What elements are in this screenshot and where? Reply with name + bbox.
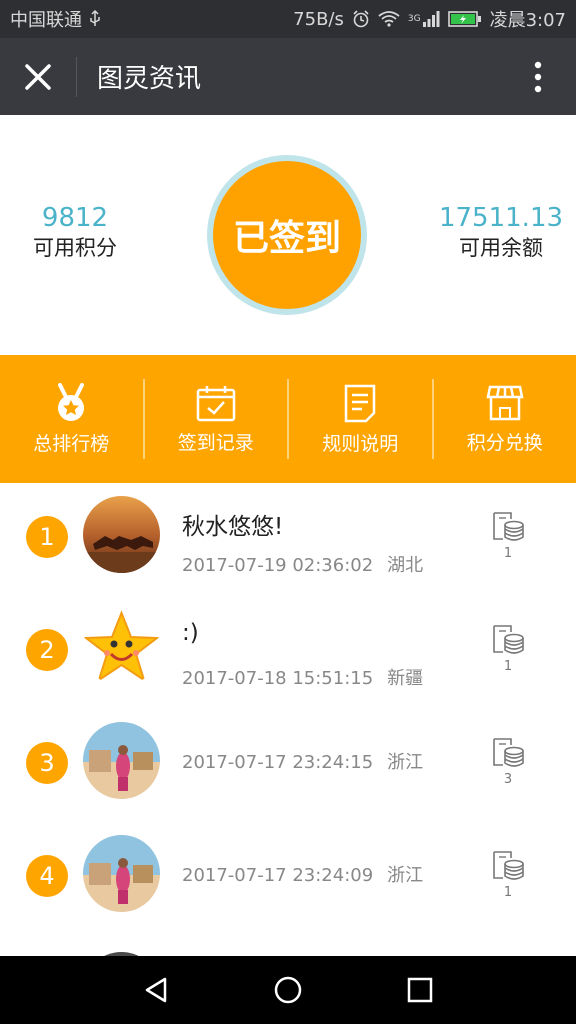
coin-reward[interactable]: 3: [490, 737, 526, 787]
signin-meta: 2017-07-19 02:36:02 湖北: [182, 551, 423, 577]
avatar: [83, 722, 160, 799]
signin-meta: 2017-07-18 15:51:15 新疆: [182, 664, 423, 690]
more-button[interactable]: [500, 38, 576, 115]
list-item[interactable]: 2 :) 2017-07-18 15:51:15 新疆 1: [0, 596, 576, 709]
coin-stack-icon: [493, 625, 524, 654]
balance-stat: 17511.13 可用余额: [436, 203, 566, 263]
signin-datetime: 2017-07-18 15:51:15: [182, 668, 374, 689]
user-name: 秋水悠悠!: [182, 514, 284, 540]
rank-badge: 4: [26, 855, 68, 897]
signin-label: 已签到: [213, 161, 361, 309]
signin-location: 浙江: [387, 752, 424, 773]
coin-stack-icon: [493, 738, 524, 767]
rank-badge: 2: [26, 629, 68, 671]
rank-badge: 3: [26, 742, 68, 784]
page-title: 图灵资讯: [97, 64, 202, 94]
list-item[interactable]: 4 2017-07-17 23:24:09 浙江 1: [0, 822, 576, 935]
document-icon: [345, 384, 376, 422]
net-speed: 75B/s: [293, 8, 344, 30]
signin-location: 湖北: [387, 555, 424, 576]
coin-count: 3: [503, 772, 513, 787]
alarm-icon: [352, 10, 370, 28]
network-type: 3G: [407, 14, 421, 24]
recents-square-icon: [407, 977, 433, 1003]
home-circle-icon: [274, 976, 302, 1004]
avatar: [83, 835, 160, 912]
menu-bar: 总排行榜 签到记录 规则说明 积分兑换: [0, 355, 576, 483]
signin-button[interactable]: 已签到: [207, 155, 367, 315]
shop-icon: [486, 385, 524, 420]
status-bar: 中国联通 75B/s 3G 凌晨3:07: [0, 0, 576, 38]
signin-location: 浙江: [387, 865, 424, 886]
medal-icon: [58, 382, 85, 421]
title-bar: 图灵资讯: [0, 38, 576, 115]
title-divider: [76, 56, 77, 97]
coin-reward[interactable]: 1: [490, 511, 526, 561]
signin-datetime: 2017-07-17 23:24:09: [182, 865, 374, 886]
calendar-check-icon: [196, 385, 235, 421]
clock: 凌晨3:07: [489, 10, 566, 31]
ranking-list: 1 秋水悠悠! 2017-07-19 02:36:02 湖北 1 2 :) 201…: [0, 483, 576, 956]
back-triangle-icon: [145, 977, 167, 1003]
signin-meta: 2017-07-17 23:24:15 浙江: [182, 748, 423, 774]
points-stat: 9812 可用积分: [20, 203, 130, 263]
battery-icon: [447, 10, 482, 28]
back-button[interactable]: [126, 960, 186, 1020]
wifi-icon: [378, 11, 400, 27]
signin-location: 新疆: [387, 668, 424, 689]
menu-label: 签到记录: [177, 431, 254, 454]
list-item[interactable]: [0, 935, 576, 956]
coin-count: 1: [503, 885, 513, 900]
balance-value: 17511.13: [438, 203, 564, 233]
list-item[interactable]: 1 秋水悠悠! 2017-07-19 02:36:02 湖北 1: [0, 483, 576, 596]
points-value: 9812: [41, 203, 109, 233]
menu-rules[interactable]: 规则说明: [289, 379, 434, 459]
coin-stack-icon: [493, 512, 524, 541]
more-vertical-icon: [534, 61, 542, 92]
usb-icon: [88, 10, 102, 28]
menu-points-exchange[interactable]: 积分兑换: [434, 379, 576, 459]
avatar: [83, 609, 160, 686]
balance-label: 可用余额: [459, 236, 543, 260]
carrier-label: 中国联通: [10, 10, 82, 31]
menu-signin-record[interactable]: 签到记录: [145, 379, 289, 459]
points-summary: 9812 可用积分 已签到 17511.13 可用余额: [0, 115, 576, 355]
avatar: [83, 496, 160, 573]
list-item[interactable]: 3 2017-07-17 23:24:15 浙江 3: [0, 709, 576, 822]
home-button[interactable]: [258, 960, 318, 1020]
menu-label: 规则说明: [322, 432, 399, 455]
coin-stack-icon: [493, 851, 524, 880]
close-icon: [25, 63, 51, 90]
rank-badge: 1: [26, 516, 68, 558]
coin-count: 1: [503, 546, 513, 561]
close-button[interactable]: [0, 38, 76, 115]
signin-meta: 2017-07-17 23:24:09 浙江: [182, 861, 423, 887]
signin-datetime: 2017-07-19 02:36:02: [182, 555, 374, 576]
menu-label: 积分兑换: [466, 431, 543, 454]
menu-leaderboard[interactable]: 总排行榜: [0, 379, 145, 459]
recents-button[interactable]: [390, 960, 450, 1020]
coin-reward[interactable]: 1: [490, 850, 526, 900]
signal-icon: 3G: [408, 11, 440, 27]
system-nav-bar: [0, 956, 576, 1024]
menu-label: 总排行榜: [33, 432, 110, 455]
coin-count: 1: [503, 659, 513, 674]
points-label: 可用积分: [33, 236, 117, 260]
coin-reward[interactable]: 1: [490, 624, 526, 674]
signin-datetime: 2017-07-17 23:24:15: [182, 752, 374, 773]
user-name: :): [182, 620, 199, 646]
